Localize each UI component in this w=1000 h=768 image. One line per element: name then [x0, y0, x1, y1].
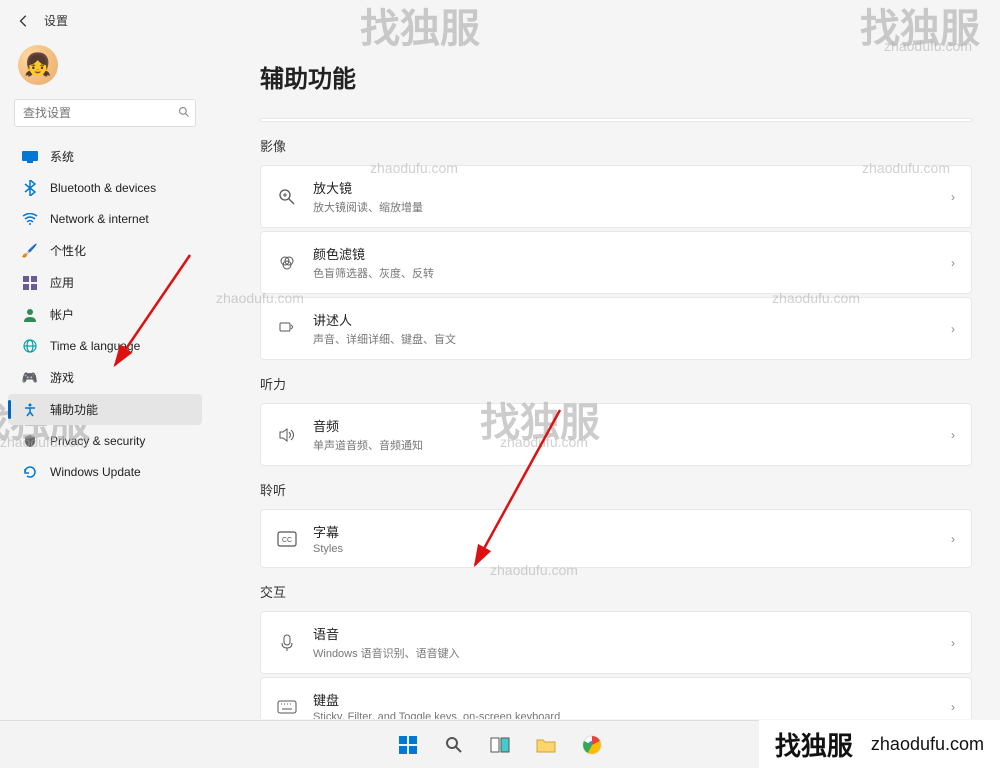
- search-icon: [178, 106, 190, 121]
- wifi-icon: [22, 211, 38, 227]
- chevron-right-icon: ›: [951, 256, 955, 270]
- brand-cn: 找独服: [775, 726, 853, 763]
- row-title: 字幕: [313, 522, 935, 541]
- search-input[interactable]: [23, 106, 178, 120]
- sidebar-item-system[interactable]: 系统: [8, 141, 202, 172]
- row-sub: Windows 语音识别、语音键入: [313, 645, 935, 661]
- brush-icon: 🖌️: [22, 243, 38, 259]
- sidebar-item-accounts[interactable]: 帐户: [8, 299, 202, 330]
- chevron-right-icon: ›: [951, 190, 955, 204]
- accessibility-icon: [22, 402, 38, 418]
- mic-icon: [277, 633, 297, 653]
- row-color-filters[interactable]: 颜色滤镜色盲筛选器、灰度、反转 ›: [260, 231, 972, 294]
- back-button[interactable]: [16, 13, 32, 29]
- magnifier-icon: [277, 187, 297, 207]
- sidebar-item-windows-update[interactable]: Windows Update: [8, 457, 202, 487]
- page-title: 辅助功能: [260, 59, 972, 94]
- search-box[interactable]: [14, 99, 196, 127]
- cc-icon: CC: [277, 529, 297, 549]
- sidebar-item-label: 应用: [50, 274, 74, 291]
- keyboard-icon: [277, 697, 297, 717]
- sidebar-item-label: 系统: [50, 148, 74, 165]
- sidebar-item-network[interactable]: Network & internet: [8, 204, 202, 234]
- header-title: 设置: [44, 12, 68, 29]
- divider: [260, 118, 972, 122]
- section-label-hearing: 听力: [260, 374, 972, 393]
- speaker-icon: [277, 425, 297, 445]
- row-narrator[interactable]: 讲述人声音、详细详细、键盘、盲文 ›: [260, 297, 972, 360]
- gamepad-icon: 🎮: [22, 370, 38, 386]
- globe-icon: [22, 338, 38, 354]
- bluetooth-icon: [22, 180, 38, 196]
- sidebar-item-label: 帐户: [50, 306, 74, 323]
- start-button[interactable]: [388, 725, 428, 765]
- row-sub: 单声道音频、音频通知: [313, 437, 935, 453]
- row-keyboard[interactable]: 键盘 Sticky, Filter, and Toggle keys, on-sc…: [260, 677, 972, 719]
- row-sub: 放大镜阅读、缩放增量: [313, 199, 935, 215]
- row-audio[interactable]: 音频单声道音频、音频通知 ›: [260, 403, 972, 466]
- row-title: 讲述人: [313, 310, 935, 329]
- main-content: 辅助功能 影像 放大镜放大镜阅读、缩放增量 › 颜色滤镜色盲筛选器、灰度、反转 …: [210, 41, 1000, 719]
- sidebar-item-label: Network & internet: [50, 212, 149, 226]
- sidebar-item-label: 游戏: [50, 369, 74, 386]
- section-label-listening: 聆听: [260, 480, 972, 499]
- brand-overlay: 找独服 zhaodufu.com: [759, 720, 1000, 768]
- color-filter-icon: [277, 253, 297, 273]
- chevron-right-icon: ›: [951, 636, 955, 650]
- avatar[interactable]: 👧: [18, 45, 58, 85]
- person-icon: [22, 307, 38, 323]
- taskbar-chrome[interactable]: [572, 725, 612, 765]
- chevron-right-icon: ›: [951, 700, 955, 714]
- row-title: 颜色滤镜: [313, 244, 935, 263]
- row-magnifier[interactable]: 放大镜放大镜阅读、缩放增量 ›: [260, 165, 972, 228]
- taskbar-taskview[interactable]: [480, 725, 520, 765]
- row-title: 语音: [313, 624, 935, 643]
- apps-icon: [22, 275, 38, 291]
- row-title: 键盘: [313, 690, 935, 709]
- row-sub: 声音、详细详细、键盘、盲文: [313, 331, 935, 347]
- taskbar-explorer[interactable]: [526, 725, 566, 765]
- sidebar-item-apps[interactable]: 应用: [8, 267, 202, 298]
- shield-icon: [22, 433, 38, 449]
- sidebar-item-label: Privacy & security: [50, 434, 145, 448]
- brand-url: zhaodufu.com: [871, 734, 984, 755]
- row-sub: Sticky, Filter, and Toggle keys, on-scre…: [313, 711, 935, 719]
- sidebar-item-label: Windows Update: [50, 465, 141, 479]
- sidebar-item-label: Time & language: [50, 339, 140, 353]
- sidebar-item-accessibility[interactable]: 辅助功能: [8, 394, 202, 425]
- chevron-right-icon: ›: [951, 532, 955, 546]
- row-sub: Styles: [313, 543, 935, 555]
- system-icon: [22, 149, 38, 165]
- section-label-vision: 影像: [260, 136, 972, 155]
- sidebar-item-time-language[interactable]: Time & language: [8, 331, 202, 361]
- sidebar-item-label: Bluetooth & devices: [50, 181, 156, 195]
- row-captions[interactable]: CC 字幕 Styles ›: [260, 509, 972, 568]
- section-label-interaction: 交互: [260, 582, 972, 601]
- row-sub: 色盲筛选器、灰度、反转: [313, 265, 935, 281]
- row-title: 音频: [313, 416, 935, 435]
- sidebar-item-privacy[interactable]: Privacy & security: [8, 426, 202, 456]
- chevron-right-icon: ›: [951, 322, 955, 336]
- taskbar-search[interactable]: [434, 725, 474, 765]
- update-icon: [22, 464, 38, 480]
- svg-text:CC: CC: [282, 537, 292, 544]
- sidebar-item-bluetooth[interactable]: Bluetooth & devices: [8, 173, 202, 203]
- chevron-right-icon: ›: [951, 428, 955, 442]
- narrator-icon: [277, 319, 297, 339]
- sidebar-item-personalization[interactable]: 🖌️ 个性化: [8, 235, 202, 266]
- sidebar-item-gaming[interactable]: 🎮 游戏: [8, 362, 202, 393]
- row-title: 放大镜: [313, 178, 935, 197]
- sidebar: 👧 系统 Bluetooth & devices Network & inter…: [0, 41, 210, 719]
- sidebar-item-label: 个性化: [50, 242, 86, 259]
- row-speech[interactable]: 语音 Windows 语音识别、语音键入 ›: [260, 611, 972, 674]
- sidebar-item-label: 辅助功能: [50, 401, 98, 418]
